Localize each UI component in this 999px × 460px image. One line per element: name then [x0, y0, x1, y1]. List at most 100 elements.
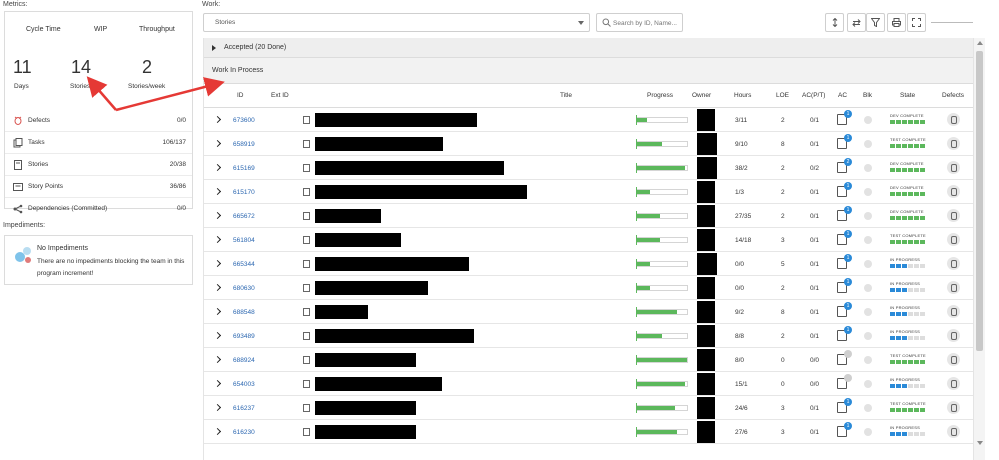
bug-icon[interactable] — [947, 113, 960, 126]
wip-group-row[interactable]: Work In Process — [204, 58, 973, 84]
bug-icon[interactable] — [947, 377, 960, 390]
blocked-indicator[interactable] — [864, 260, 872, 268]
story-id-link[interactable]: 688924 — [233, 348, 255, 372]
col-state[interactable]: State — [900, 92, 915, 99]
bug-icon[interactable] — [947, 209, 960, 222]
document-icon[interactable] — [303, 356, 310, 364]
blocked-indicator[interactable] — [864, 380, 872, 388]
document-icon[interactable] — [303, 188, 310, 196]
story-id-link[interactable]: 615169 — [233, 156, 255, 180]
col-id[interactable]: ID — [237, 92, 244, 99]
story-id-link[interactable]: 616237 — [233, 396, 255, 420]
table-row[interactable]: 616230 27/6 3 0/1 1 IN PROGRESS — [204, 420, 973, 444]
document-icon[interactable] — [303, 380, 310, 388]
document-icon[interactable] — [303, 212, 310, 220]
table-row[interactable]: 665344 0/0 5 0/1 1 IN PROGRESS — [204, 252, 973, 276]
chevron-right-icon[interactable] — [213, 283, 222, 292]
document-icon[interactable] — [303, 284, 310, 292]
story-id-link[interactable]: 561804 — [233, 228, 255, 252]
table-row[interactable]: 616237 24/6 3 0/1 1 TEST COMPLETE — [204, 396, 973, 420]
document-icon[interactable] — [303, 164, 310, 172]
blocked-indicator[interactable] — [864, 164, 872, 172]
blocked-indicator[interactable] — [864, 188, 872, 196]
blocked-indicator[interactable] — [864, 404, 872, 412]
document-icon[interactable] — [303, 236, 310, 244]
scroll-down-icon[interactable] — [977, 441, 983, 445]
table-row[interactable]: 665672 27/35 2 0/1 1 DEV COMPLETE — [204, 204, 973, 228]
scroll-up-icon[interactable] — [977, 41, 983, 45]
bug-icon[interactable] — [947, 401, 960, 414]
bug-icon[interactable] — [947, 185, 960, 198]
col-ac[interactable]: AC — [838, 92, 847, 99]
vertical-scrollbar[interactable] — [973, 38, 985, 460]
document-icon[interactable] — [303, 260, 310, 268]
bug-icon[interactable] — [947, 305, 960, 318]
bug-icon[interactable] — [947, 161, 960, 174]
chevron-right-icon[interactable] — [213, 235, 222, 244]
col-progress[interactable]: Progress — [647, 92, 673, 99]
table-row[interactable]: 654003 15/1 0 0/0 IN PROGRESS — [204, 372, 973, 396]
chevron-right-icon[interactable] — [213, 331, 222, 340]
document-icon[interactable] — [303, 428, 310, 436]
chevron-right-icon[interactable] — [213, 163, 222, 172]
search-box[interactable] — [596, 13, 683, 32]
bug-icon[interactable] — [947, 353, 960, 366]
table-row[interactable]: 615170 1/3 2 0/1 1 DEV COMPLETE — [204, 180, 973, 204]
table-row[interactable]: 688548 9/2 8 0/1 1 IN PROGRESS — [204, 300, 973, 324]
bug-icon[interactable] — [947, 425, 960, 438]
scroll-thumb[interactable] — [976, 51, 983, 351]
chevron-right-icon[interactable] — [213, 187, 222, 196]
story-id-link[interactable]: 673600 — [233, 108, 255, 132]
story-id-link[interactable]: 615170 — [233, 180, 255, 204]
chevron-right-icon[interactable] — [213, 259, 222, 268]
document-icon[interactable] — [303, 308, 310, 316]
blocked-indicator[interactable] — [864, 236, 872, 244]
col-ext-id[interactable]: Ext ID — [271, 92, 289, 99]
blocked-indicator[interactable] — [864, 284, 872, 292]
table-row[interactable]: 693489 8/8 2 0/1 1 IN PROGRESS — [204, 324, 973, 348]
blocked-indicator[interactable] — [864, 332, 872, 340]
table-row[interactable]: 658919 9/10 8 0/1 1 TEST COMPLETE — [204, 132, 973, 156]
sort-button[interactable] — [825, 13, 844, 32]
swap-button[interactable] — [847, 13, 866, 32]
zoom-slider[interactable] — [931, 22, 973, 23]
story-id-link[interactable]: 665344 — [233, 252, 255, 276]
chevron-right-icon[interactable] — [213, 139, 222, 148]
work-type-select[interactable]: Stories — [203, 13, 590, 32]
table-row[interactable]: 561804 14/18 3 0/1 1 TEST COMPLETE — [204, 228, 973, 252]
story-id-link[interactable]: 654003 — [233, 372, 255, 396]
col-defects[interactable]: Defects — [942, 92, 964, 99]
story-id-link[interactable]: 693489 — [233, 324, 255, 348]
blocked-indicator[interactable] — [864, 356, 872, 364]
story-id-link[interactable]: 616230 — [233, 420, 255, 444]
story-id-link[interactable]: 680630 — [233, 276, 255, 300]
chevron-right-icon[interactable] — [213, 211, 222, 220]
chevron-right-icon[interactable] — [213, 355, 222, 364]
bug-icon[interactable] — [947, 281, 960, 294]
blocked-indicator[interactable] — [864, 140, 872, 148]
bug-icon[interactable] — [947, 257, 960, 270]
chevron-right-icon[interactable] — [213, 307, 222, 316]
story-id-link[interactable]: 688548 — [233, 300, 255, 324]
expand-button[interactable] — [907, 13, 926, 32]
table-row[interactable]: 673600 3/11 2 0/1 1 DEV COMPLETE — [204, 108, 973, 132]
story-id-link[interactable]: 665672 — [233, 204, 255, 228]
table-row[interactable]: 688924 8/0 0 0/0 TEST COMPLETE — [204, 348, 973, 372]
col-hours[interactable]: Hours — [734, 92, 751, 99]
document-icon[interactable] — [303, 404, 310, 412]
print-button[interactable] — [887, 13, 906, 32]
table-row[interactable]: 615169 38/2 2 0/2 2 DEV COMPLETE — [204, 156, 973, 180]
accepted-group-row[interactable]: Accepted (20 Done) — [204, 38, 973, 58]
blocked-indicator[interactable] — [864, 308, 872, 316]
story-id-link[interactable]: 658919 — [233, 132, 255, 156]
document-icon[interactable] — [303, 332, 310, 340]
bug-icon[interactable] — [947, 137, 960, 150]
chevron-right-icon[interactable] — [213, 403, 222, 412]
table-row[interactable]: 680630 0/0 2 0/1 1 IN PROGRESS — [204, 276, 973, 300]
col-blk[interactable]: Blk — [863, 92, 872, 99]
chevron-right-icon[interactable] — [213, 427, 222, 436]
blocked-indicator[interactable] — [864, 212, 872, 220]
search-input[interactable] — [613, 17, 681, 29]
col-title[interactable]: Title — [560, 92, 572, 99]
filter-button[interactable] — [866, 13, 885, 32]
